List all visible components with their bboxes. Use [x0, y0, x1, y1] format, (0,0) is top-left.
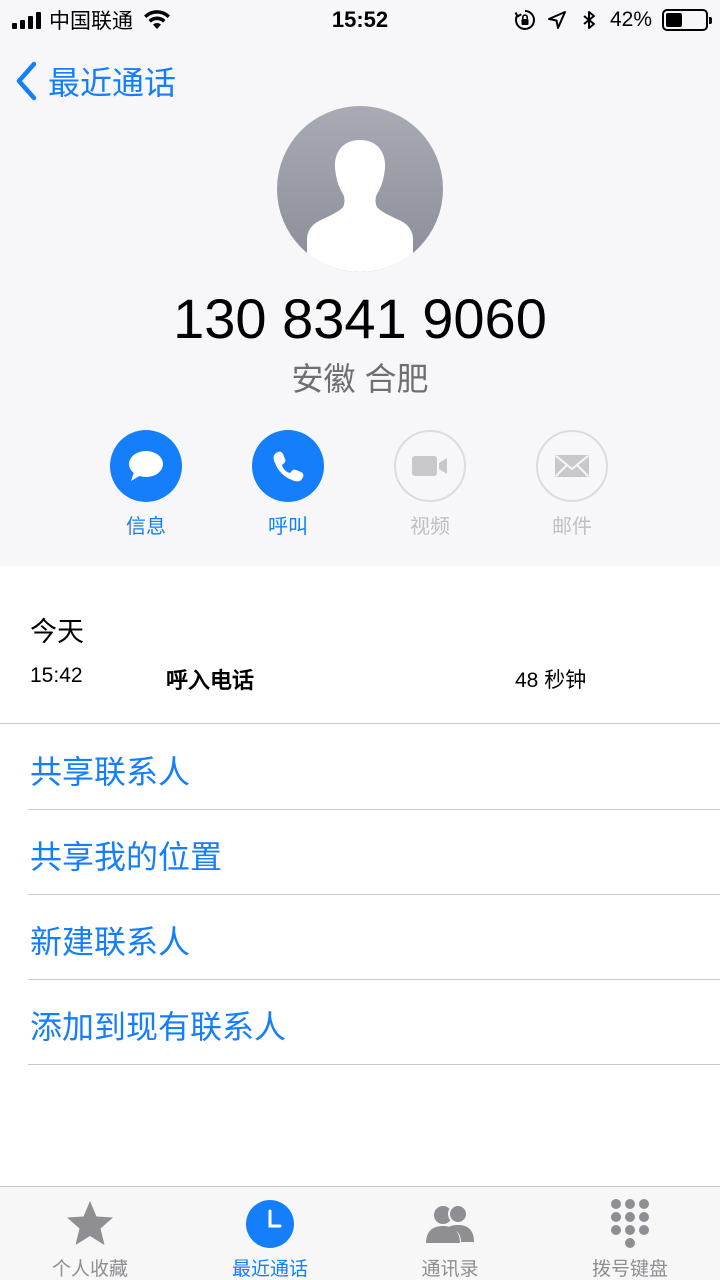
video-button[interactable]	[394, 430, 466, 502]
battery-percent: 42%	[609, 8, 652, 31]
back-label: 最近通话	[48, 65, 177, 101]
avatar	[277, 106, 443, 272]
option-label: 新建联系人	[30, 924, 191, 960]
recent-call-section: 今天 15:42 呼入电话 48 秒钟	[0, 566, 720, 724]
location-icon	[547, 11, 566, 29]
mail-action[interactable]: 邮件	[522, 430, 622, 539]
add-to-existing-contact-option[interactable]: 添加到现有联系人	[28, 980, 720, 1065]
clock-icon	[246, 1200, 294, 1248]
bluetooth-icon	[583, 11, 595, 29]
tab-recents[interactable]: 最近通话	[180, 1187, 360, 1280]
contacts-icon	[426, 1204, 474, 1243]
mail-label: 邮件	[552, 516, 592, 538]
action-row: 信息 呼叫 视频 邮件	[0, 430, 720, 550]
tab-label: 最近通话	[231, 1259, 308, 1280]
phone-icon	[273, 451, 304, 482]
video-action[interactable]: 视频	[380, 430, 480, 539]
call-label: 呼叫	[268, 516, 308, 538]
option-label: 添加到现有联系人	[30, 1009, 287, 1045]
tab-contacts[interactable]: 通讯录	[360, 1187, 540, 1280]
tab-label: 个人收藏	[51, 1259, 128, 1280]
call-type: 呼入电话	[166, 668, 255, 693]
tab-label: 拨号键盘	[591, 1259, 668, 1280]
call-action[interactable]: 呼叫	[238, 430, 338, 539]
back-button[interactable]: 最近通话	[14, 58, 176, 104]
video-label: 视频	[410, 516, 450, 538]
options-list: 共享联系人 共享我的位置 新建联系人 添加到现有联系人	[0, 725, 720, 1065]
tab-bar: 个人收藏 最近通话 通讯录 拨号键盘	[0, 1186, 720, 1280]
message-icon	[129, 451, 163, 481]
mail-icon	[555, 455, 589, 477]
tab-keypad[interactable]: 拨号键盘	[540, 1187, 720, 1280]
tab-label: 通讯录	[421, 1259, 479, 1280]
message-label: 信息	[126, 516, 166, 538]
star-icon	[67, 1201, 113, 1245]
video-icon	[412, 456, 447, 476]
call-button[interactable]	[252, 430, 324, 502]
recent-day: 今天	[30, 617, 84, 647]
mail-button[interactable]	[536, 430, 608, 502]
status-bar: 中国联通 15:52 42%	[0, 0, 720, 40]
new-contact-option[interactable]: 新建联系人	[28, 895, 720, 980]
tab-favorites[interactable]: 个人收藏	[0, 1187, 180, 1280]
orientation-lock-icon	[514, 10, 535, 30]
option-label: 共享我的位置	[30, 839, 223, 875]
message-action[interactable]: 信息	[96, 430, 196, 539]
call-time: 15:42	[30, 664, 83, 687]
contact-header: 最近通话 130 8341 9060 安徽 合肥 信息 呼叫 视频 邮件	[0, 40, 720, 566]
person-silhouette-icon	[307, 140, 413, 272]
message-button[interactable]	[110, 430, 182, 502]
option-label: 共享联系人	[30, 754, 191, 790]
battery-icon	[662, 9, 712, 31]
phone-number: 130 8341 9060	[173, 287, 547, 350]
caller-location: 安徽 合肥	[291, 361, 429, 397]
share-contact-option[interactable]: 共享联系人	[28, 725, 720, 810]
chevron-left-icon	[16, 61, 37, 101]
keypad-icon	[611, 1199, 649, 1248]
call-duration: 48 秒钟	[515, 669, 587, 692]
share-location-option[interactable]: 共享我的位置	[28, 810, 720, 895]
